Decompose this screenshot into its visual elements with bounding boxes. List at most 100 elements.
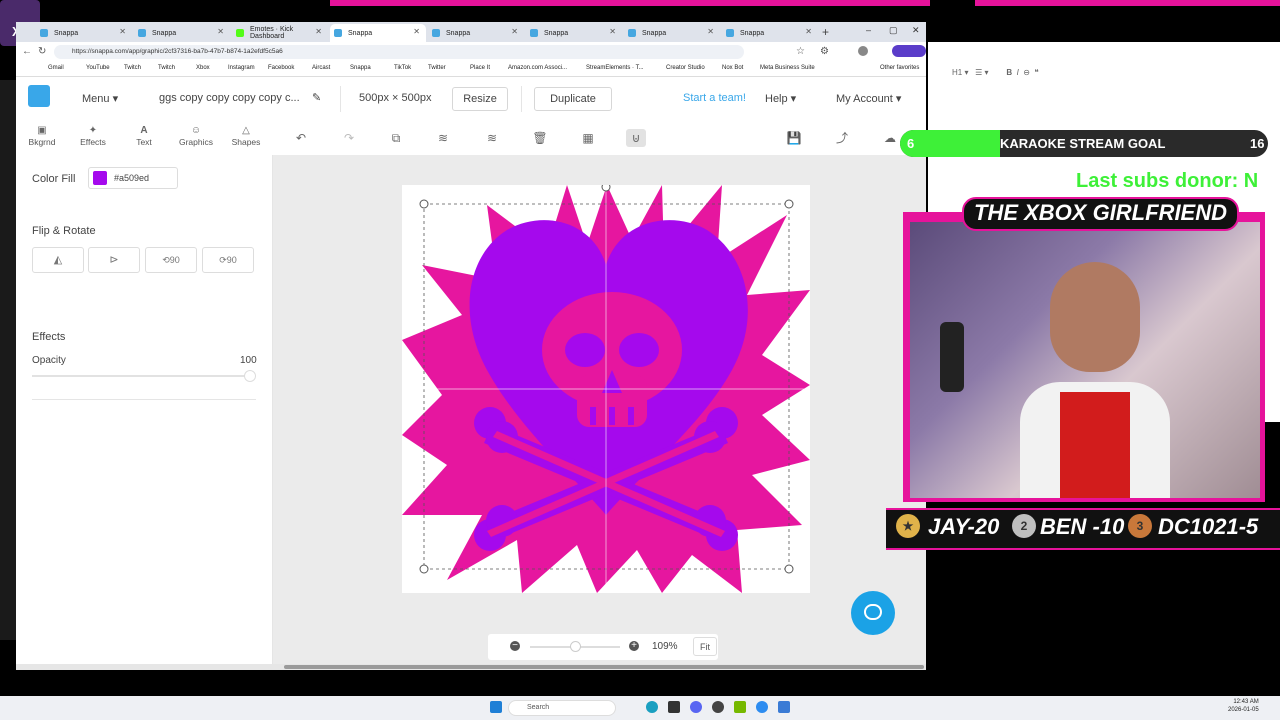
bookmark-item[interactable]: Facebook [268, 65, 294, 71]
tab-text[interactable]: A Text [120, 125, 168, 151]
tab-1[interactable]: Snappa ✕ [134, 24, 230, 42]
reload-icon[interactable]: ↻ [38, 46, 46, 57]
tab-close-icon[interactable]: ✕ [609, 27, 616, 36]
bookmark-item[interactable]: Snappa [350, 65, 371, 71]
bookmark-item[interactable]: Aircast [312, 65, 330, 71]
copy-icon[interactable]: ⧉ [386, 129, 406, 147]
browser-icon[interactable] [756, 701, 768, 713]
snap-magnet-icon[interactable]: ⊍ [626, 129, 646, 147]
flip-horizontal-button[interactable]: ◭ [32, 247, 84, 273]
new-tab-button[interactable]: + [822, 25, 829, 39]
taskbar-search[interactable]: Search [508, 700, 616, 716]
menu-button[interactable]: Menu ▾ [82, 92, 118, 105]
tab-4[interactable]: Snappa ✕ [428, 24, 524, 42]
tab-shapes[interactable]: △ Shapes [222, 125, 270, 151]
tab-close-icon[interactable]: ✕ [315, 27, 322, 36]
notes-icon[interactable] [778, 701, 790, 713]
flip-vertical-button[interactable]: ⊳ [88, 247, 140, 273]
address-bar[interactable]: https://snappa.com/app/graphic/2cf37316-… [54, 45, 744, 59]
bookmark-item[interactable]: Meta Business Suite [760, 65, 815, 71]
discord-icon[interactable] [690, 701, 702, 713]
fit-button[interactable]: Fit [693, 637, 717, 656]
tab-close-icon[interactable]: ✕ [805, 27, 812, 36]
bookmark-item[interactable]: Place It [470, 65, 490, 71]
opacity-slider-track[interactable] [32, 375, 252, 377]
bookmark-item[interactable]: Twitch [124, 65, 141, 71]
duplicate-button[interactable]: Duplicate [534, 87, 612, 111]
bookmark-item[interactable]: YouTube [86, 65, 110, 71]
back-icon[interactable]: ← [22, 46, 32, 57]
send-backward-icon[interactable]: ≋ [433, 129, 453, 147]
tab-close-icon[interactable]: ✕ [511, 27, 518, 36]
resize-button[interactable]: Resize [452, 87, 508, 111]
resize-handle-tl[interactable] [419, 199, 429, 209]
delete-icon[interactable]: 🗑 [530, 129, 550, 147]
minimize-icon[interactable]: – [866, 25, 871, 35]
terminal-icon[interactable] [668, 701, 680, 713]
copilot-icon[interactable] [892, 45, 926, 57]
tab-7[interactable]: Snappa ✕ [722, 24, 818, 42]
tab-background[interactable]: ▣ Bkgrnd [18, 125, 66, 151]
bookmark-item[interactable]: Xbox [196, 65, 210, 71]
rotate-right-button[interactable]: ⟳90 [202, 247, 254, 273]
bookmark-item[interactable]: Gmail [48, 65, 64, 71]
bookmark-star-icon[interactable]: ☆ [796, 46, 805, 57]
bookmark-item[interactable]: Nox Bot [722, 65, 743, 71]
zoom-slider-knob[interactable] [570, 641, 581, 652]
zoom-out-icon[interactable]: − [510, 641, 520, 651]
edit-title-icon[interactable]: ✎ [312, 91, 321, 104]
bookmark-item[interactable]: Twitch [158, 65, 175, 71]
chat-support-button[interactable] [851, 591, 895, 635]
edge-icon[interactable] [646, 701, 658, 713]
color-swatch[interactable] [93, 171, 107, 185]
bookmark-item[interactable]: TikTok [394, 65, 411, 71]
zoom-in-icon[interactable]: + [629, 641, 639, 651]
document-title[interactable]: ggs copy copy copy copy c... [159, 92, 300, 104]
grid-icon[interactable]: ▦ [578, 129, 598, 147]
skull-heart-graphic[interactable] [402, 182, 810, 593]
opacity-slider-knob[interactable] [244, 370, 256, 382]
tab-close-icon[interactable]: ✕ [119, 27, 126, 36]
share-icon[interactable]: ⤴ [832, 129, 852, 147]
obs-icon[interactable] [712, 701, 724, 713]
undo-icon[interactable]: ↶ [291, 129, 311, 147]
artboard[interactable] [402, 182, 810, 593]
bookmark-item[interactable]: Amazon.com Associ... [508, 65, 567, 71]
tab-close-icon[interactable]: ✕ [413, 27, 420, 36]
resize-handle-bl[interactable] [419, 564, 429, 574]
tab-5[interactable]: Snappa ✕ [526, 24, 622, 42]
tab-6[interactable]: Snappa ✕ [624, 24, 720, 42]
tab-effects[interactable]: ✦ Effects [69, 125, 117, 151]
tab-graphics[interactable]: ☺ Graphics [172, 125, 220, 151]
bookmark-other-favorites[interactable]: Other favorites [880, 65, 919, 71]
close-window-icon[interactable]: ✕ [912, 25, 920, 36]
start-icon[interactable] [490, 701, 502, 713]
nvidia-icon[interactable] [734, 701, 746, 713]
resize-handle-br[interactable] [784, 564, 794, 574]
save-icon[interactable]: 💾 [784, 129, 804, 147]
tool-row: ▣ Bkgrnd ✦ Effects A Text ☺ Graphics △ Shapes… [16, 121, 926, 156]
scrollbar-thumb[interactable] [284, 665, 924, 669]
account-menu[interactable]: My Account ▾ [836, 92, 901, 105]
download-icon[interactable]: ☁ [880, 129, 900, 147]
tab-2[interactable]: Emotes · Kick Dashboard ✕ [232, 24, 328, 42]
extensions-icon[interactable]: ⚙ [820, 46, 829, 57]
redo-icon[interactable]: ↷ [339, 129, 359, 147]
maximize-icon[interactable]: ▢ [889, 25, 898, 36]
bookmark-item[interactable]: StreamElements · T... [586, 65, 644, 71]
resize-handle-tr[interactable] [784, 199, 794, 209]
help-menu[interactable]: Help ▾ [765, 92, 796, 105]
tab-0[interactable]: Snappa ✕ [36, 24, 132, 42]
tab-close-icon[interactable]: ✕ [707, 27, 714, 36]
start-team-link[interactable]: Start a team! [683, 92, 746, 104]
snappa-logo[interactable] [28, 85, 50, 107]
rotate-handle[interactable] [601, 182, 611, 192]
bring-forward-icon[interactable]: ≋ [482, 129, 502, 147]
profile-avatar[interactable] [858, 46, 868, 56]
bookmark-item[interactable]: Creator Studio [666, 65, 705, 71]
rotate-left-button[interactable]: ⟲90 [145, 247, 197, 273]
bookmark-item[interactable]: Twitter [428, 65, 446, 71]
tab-3[interactable]: Snappa ✕ [330, 24, 426, 42]
bookmark-item[interactable]: Instagram [228, 65, 255, 71]
tab-close-icon[interactable]: ✕ [217, 27, 224, 36]
